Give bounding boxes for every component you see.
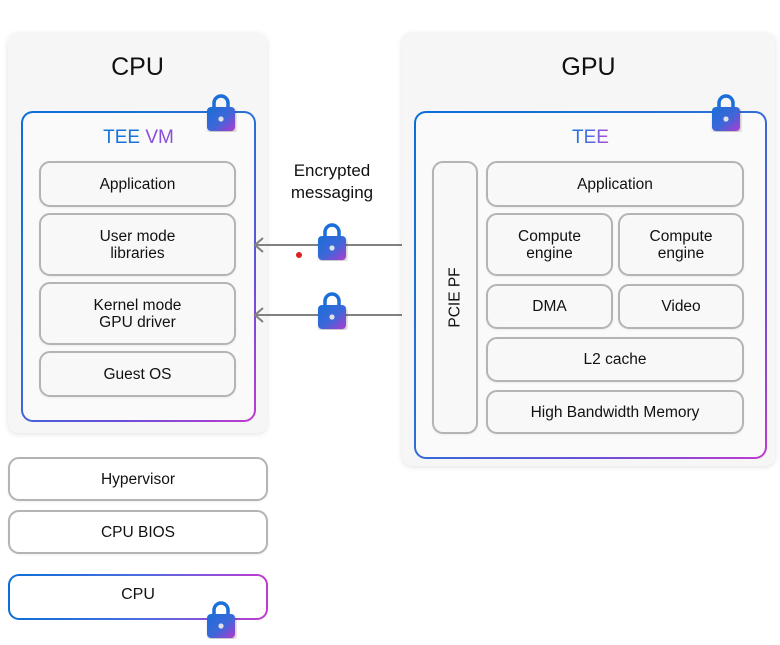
marker-dot	[296, 252, 302, 258]
gpu-tee-label-text: TEE	[572, 127, 609, 148]
cpu-panel-title: CPU	[111, 53, 164, 81]
tee-vm-label-tee: TEE	[103, 127, 141, 148]
gpu-compute-engine-1[interactable]: Compute engine	[486, 213, 613, 276]
lock-icon	[207, 601, 235, 638]
cpu-layer-application[interactable]: Application	[39, 161, 236, 207]
gpu-application[interactable]: Application	[486, 161, 744, 207]
cpu-layer-guest-os[interactable]: Guest OS	[39, 351, 236, 397]
lock-icon	[318, 292, 346, 329]
encrypted-messaging-caption: Encrypted messaging	[262, 160, 402, 204]
pcie-pf-label: PCIE PF	[446, 267, 464, 328]
gpu-compute-engine-2[interactable]: Compute engine	[618, 213, 744, 276]
caption-line-2: messaging	[290, 183, 374, 202]
cpu-chip-label: CPU	[121, 586, 155, 603]
gpu-l2-cache[interactable]: L2 cache	[486, 337, 744, 382]
gpu-video[interactable]: Video	[618, 284, 744, 329]
cpu-layer-kernel-mode-gpu-driver[interactable]: Kernel mode GPU driver	[39, 282, 236, 345]
gpu-panel-title: GPU	[561, 53, 616, 81]
gpu-pcie-pf[interactable]: PCIE PF	[432, 161, 478, 434]
tee-vm-label-vm: VM	[145, 127, 174, 148]
lock-icon	[207, 94, 235, 131]
host-layer-hypervisor[interactable]: Hypervisor	[8, 457, 268, 501]
lock-icon	[712, 94, 740, 131]
host-layer-cpu-bios[interactable]: CPU BIOS	[8, 510, 268, 554]
gpu-dma[interactable]: DMA	[486, 284, 613, 329]
gpu-high-bandwidth-memory[interactable]: High Bandwidth Memory	[486, 390, 744, 434]
lock-icon	[318, 223, 346, 260]
caption-line-1: Encrypted	[293, 161, 371, 180]
cpu-layer-user-mode-libraries[interactable]: User mode libraries	[39, 213, 236, 276]
